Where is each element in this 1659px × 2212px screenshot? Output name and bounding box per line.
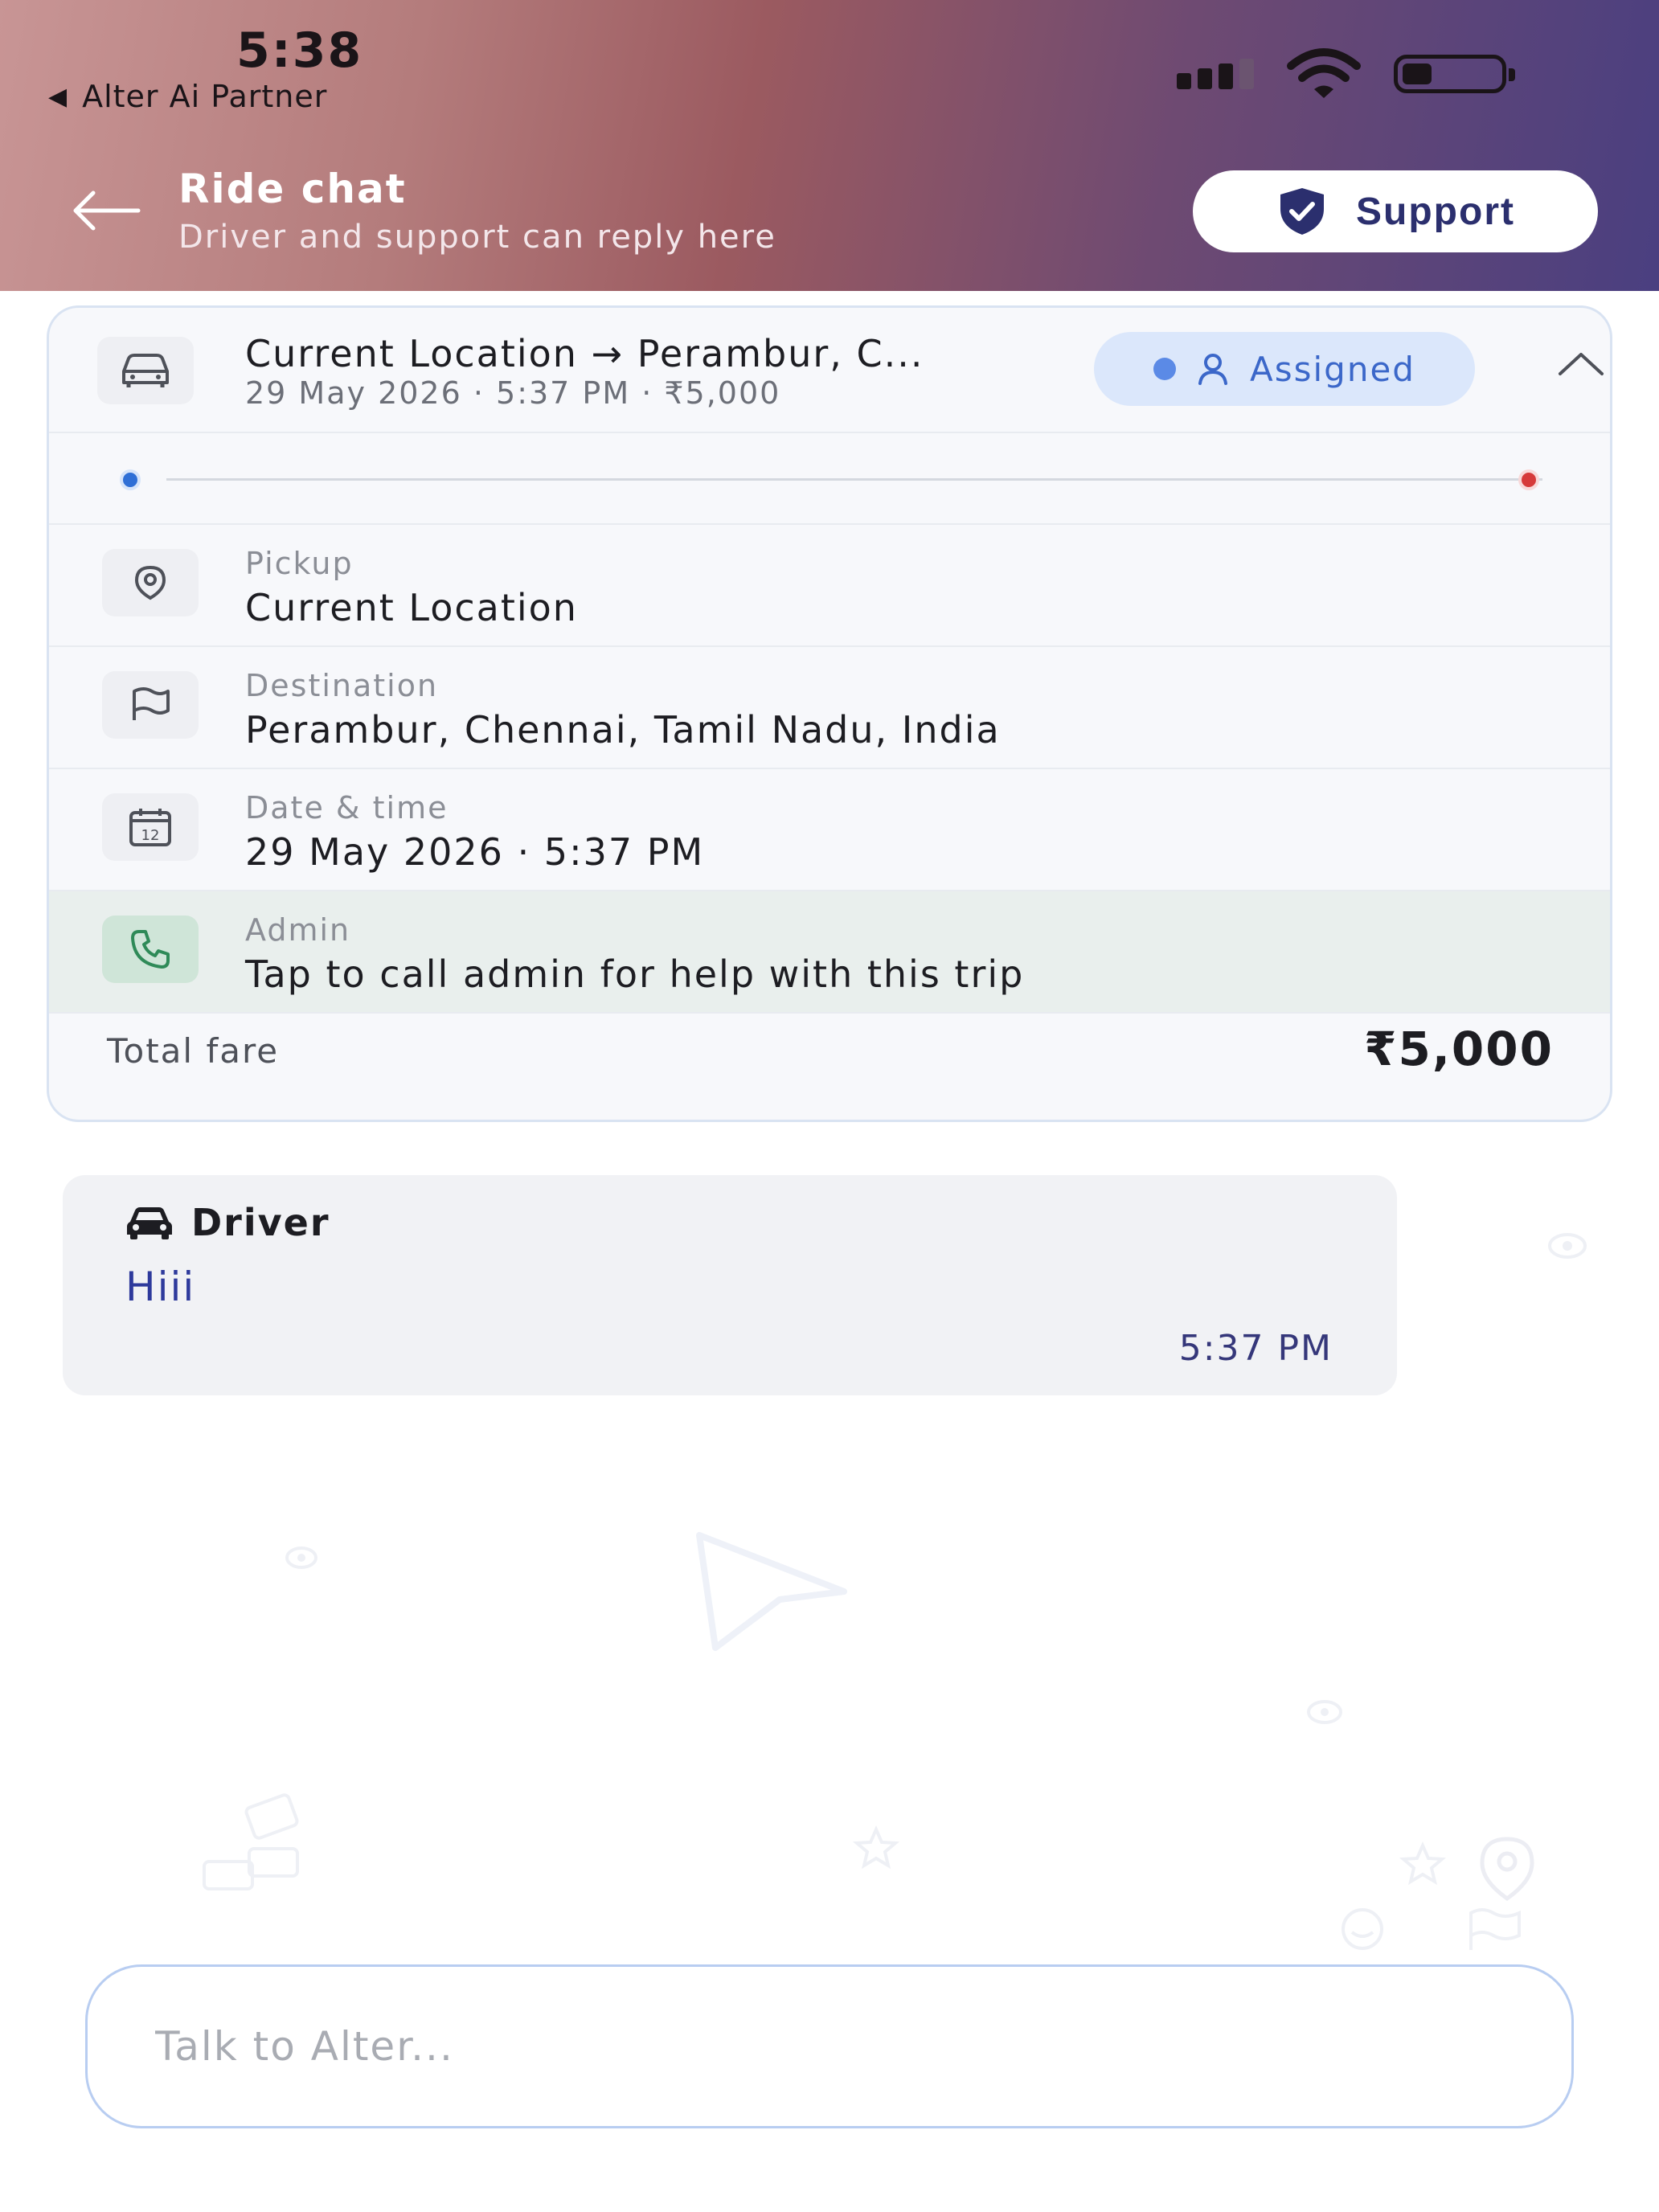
destination-row: Destination Perambur, Chennai, Tamil Nad… xyxy=(49,647,1610,769)
calendar-icon: 12 xyxy=(129,809,171,846)
status-badge: Assigned xyxy=(1094,332,1475,406)
send-arrow-watermark-icon xyxy=(691,1527,852,1659)
destination-value: Perambur, Chennai, Tamil Nadu, India xyxy=(245,708,1001,752)
car-icon-box xyxy=(97,337,194,404)
cellular-signal-icon xyxy=(1177,59,1254,89)
datetime-label: Date & time xyxy=(245,790,449,825)
trip-progress-bar xyxy=(49,433,1610,525)
pickup-marker xyxy=(120,469,141,490)
wifi-icon xyxy=(1287,48,1361,98)
pattern-star-icon xyxy=(852,1825,900,1870)
user-icon xyxy=(1198,354,1228,385)
car-icon xyxy=(122,354,169,387)
chevron-up-icon[interactable] xyxy=(1555,348,1607,380)
app-header: 5:38 ◀ Alter Ai Partner Ride chat Driver… xyxy=(0,0,1659,291)
pattern-eye-icon xyxy=(1548,1233,1587,1259)
pattern-smile-icon xyxy=(1342,1908,1383,1950)
back-arrow-icon[interactable] xyxy=(69,186,141,235)
location-pin-icon xyxy=(134,565,166,600)
total-fare-value: ₹5,000 xyxy=(1364,1022,1554,1076)
phone-icon xyxy=(131,930,170,969)
pickup-label: Pickup xyxy=(245,546,354,581)
status-time: 5:38 xyxy=(236,23,363,79)
datetime-value: 29 May 2026 · 5:37 PM xyxy=(245,830,705,874)
admin-icon-box xyxy=(102,916,199,983)
sender-name: Driver xyxy=(191,1201,330,1244)
pattern-pin-icon xyxy=(1480,1837,1534,1902)
status-label: Assigned xyxy=(1250,349,1415,389)
message-input[interactable] xyxy=(85,1964,1574,2128)
battery-icon xyxy=(1394,55,1515,93)
pattern-eye-icon-3 xyxy=(1307,1700,1342,1724)
status-dot xyxy=(1153,358,1177,380)
progress-track xyxy=(166,478,1542,481)
car-front-icon xyxy=(127,1207,172,1239)
pattern-eye-icon-2 xyxy=(285,1546,317,1569)
pickup-value: Current Location xyxy=(245,586,578,629)
status-icons xyxy=(1177,48,1515,100)
support-button[interactable]: Support xyxy=(1193,170,1598,252)
pickup-icon-box xyxy=(102,549,199,616)
calendar-day: 12 xyxy=(141,827,160,844)
destination-marker xyxy=(1518,469,1539,490)
message-text: Hiii xyxy=(125,1264,196,1310)
trip-card-header[interactable]: Current Location → Perambur, C... 29 May… xyxy=(49,308,1610,433)
destination-icon-box xyxy=(102,671,199,739)
shield-check-icon xyxy=(1280,188,1325,235)
message-sender: Driver xyxy=(125,1201,330,1244)
datetime-icon-box: 12 xyxy=(102,793,199,861)
datetime-row: 12 Date & time 29 May 2026 · 5:37 PM xyxy=(49,769,1610,891)
back-app-label: Alter Ai Partner xyxy=(82,79,328,114)
chat-message: Driver Hiii 5:37 PM xyxy=(63,1175,1397,1395)
flag-icon xyxy=(133,687,170,720)
destination-label: Destination xyxy=(245,668,439,703)
route-meta: 29 May 2026 · 5:37 PM · ₹5,000 xyxy=(245,375,781,411)
pattern-card-icon xyxy=(203,1793,299,1890)
call-admin-row[interactable]: Admin Tap to call admin for help with th… xyxy=(49,891,1610,1014)
support-label: Support xyxy=(1356,190,1515,233)
admin-label: Admin xyxy=(245,912,351,948)
route-summary: Current Location → Perambur, C... xyxy=(245,332,924,375)
page-subtitle: Driver and support can reply here xyxy=(178,219,776,256)
admin-value: Tap to call admin for help with this tri… xyxy=(245,952,1025,996)
pickup-row: Pickup Current Location xyxy=(49,525,1610,647)
page-title: Ride chat xyxy=(178,166,407,212)
message-time: 5:37 PM xyxy=(1178,1328,1333,1369)
pattern-flag-icon xyxy=(1469,1908,1521,1950)
back-triangle-icon: ◀ xyxy=(48,82,68,111)
trip-summary-card: Current Location → Perambur, C... 29 May… xyxy=(47,305,1612,1122)
total-fare-label: Total fare xyxy=(107,1031,280,1071)
back-to-app-link[interactable]: ◀ Alter Ai Partner xyxy=(48,79,327,114)
pattern-star-icon-2 xyxy=(1399,1841,1447,1886)
